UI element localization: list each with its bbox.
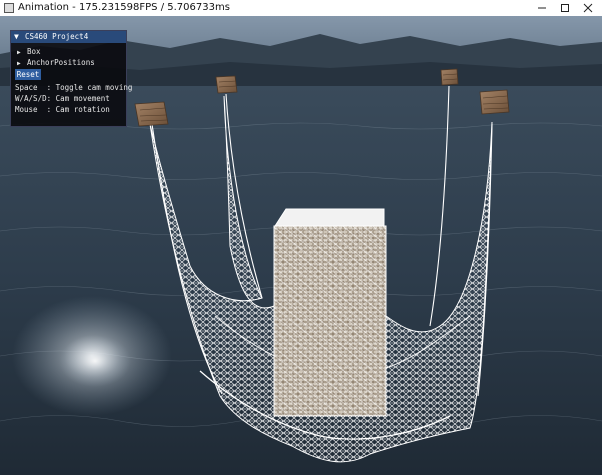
help-separator: : (37, 105, 52, 114)
anchor-crate (134, 101, 169, 127)
tree-item-label: Box (27, 47, 41, 56)
window-title: Animation - 175.231598FPS / 5.706733ms (18, 2, 230, 13)
help-text: Cam movement (51, 94, 110, 103)
box-top (274, 208, 385, 227)
app-icon (4, 3, 14, 13)
panel-title: CS460 Project4 (25, 32, 89, 41)
help-text: Toggle cam moving (51, 83, 133, 92)
close-button[interactable] (574, 0, 602, 16)
tree-item-label: AnchorPositions (27, 58, 95, 67)
help-line: Mouse : Cam rotation (15, 105, 110, 114)
help-line: W/A/S/D: Cam movement (15, 94, 110, 103)
anchor-crate (215, 75, 238, 94)
triangle-right-icon: ▶ (17, 49, 21, 56)
help-key: Space (15, 83, 38, 92)
sun-reflection-core (59, 335, 131, 387)
imgui-panel[interactable]: ▼ CS460 Project4 ▶ Box ▶ AnchorPositions R… (10, 30, 132, 127)
anchor-crate (440, 68, 459, 86)
help-key: Mouse (15, 105, 38, 114)
help-line: Space : Toggle cam moving (15, 83, 132, 92)
close-icon (583, 3, 593, 13)
help-separator: : (37, 83, 52, 92)
triangle-right-icon: ▶ (17, 60, 21, 67)
triangle-down-icon[interactable]: ▼ (14, 32, 19, 41)
tree-item-box[interactable]: ▶ Box (17, 47, 41, 56)
minimize-icon (538, 7, 546, 9)
help-text: Cam rotation (51, 105, 110, 114)
render-viewport[interactable]: ▼ CS460 Project4 ▶ Box ▶ AnchorPositions R… (0, 16, 602, 475)
maximize-icon (561, 4, 569, 12)
reset-button[interactable]: Reset (15, 69, 41, 80)
application-window: Animation - 175.231598FPS / 5.706733ms ▼… (0, 0, 602, 475)
title-bar[interactable]: Animation - 175.231598FPS / 5.706733ms (0, 0, 602, 16)
central-box (273, 208, 387, 417)
box-wireframe (274, 226, 386, 416)
panel-title-bar[interactable]: ▼ CS460 Project4 (11, 31, 126, 43)
anchor-crate (479, 89, 510, 115)
help-key: W/A/S/D (15, 94, 47, 103)
tree-item-anchor-positions[interactable]: ▶ AnchorPositions (17, 58, 95, 67)
